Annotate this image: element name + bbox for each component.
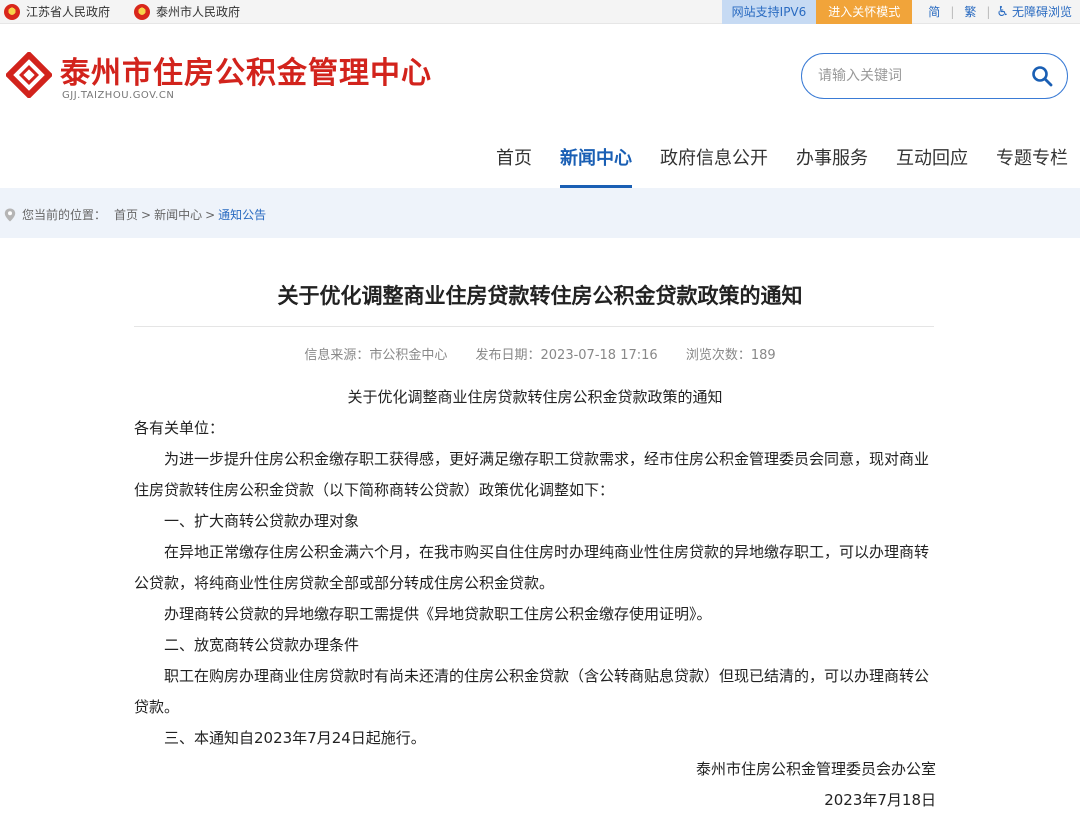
article-paragraph: 为进一步提升住房公积金缴存职工获得感，更好满足缴存职工贷款需求，经市住房公积金管… [134,450,930,499]
breadcrumb-prefix: 您当前的位置： [22,208,107,222]
site-title: 泰州市住房公积金管理中心 [60,56,432,91]
breadcrumb-arrow: > [205,208,216,222]
national-emblem-icon [4,4,20,20]
article-section-heading: 一、扩大商转公贷款办理对象 [164,512,360,530]
site-header: 泰州市住房公积金管理中心 GJJ.TAIZHOU.GOV.CN 首页 新闻中心 … [0,24,1080,188]
top-tools: 网站支持IPV6 进入关怀模式 简 | 繁 | ♿ 无障碍浏览 [721,0,1080,24]
breadcrumb-home[interactable]: 首页 [114,204,138,226]
site-domain: GJJ.TAIZHOU.GOV.CN [62,90,175,101]
article-signature: 泰州市住房公积金管理委员会办公室 [695,760,936,778]
nav-item-gov-info[interactable]: 政府信息公开 [660,142,768,188]
article-salutation: 各有关单位： [134,419,225,437]
article-paragraph: 办理商转公贷款的异地缴存职工需提供《异地贷款职工住房公积金缴存使用证明》。 [164,605,712,623]
care-mode-button[interactable]: 进入关怀模式 [816,0,913,24]
article-views: 浏览次数：189 [685,348,776,363]
article-sign-date: 2023年7月18日 [824,791,936,809]
search-box [801,53,1068,99]
breadcrumb: 您当前的位置： 首页 > 新闻中心 > 通知公告 [0,204,266,226]
nav-item-home[interactable]: 首页 [496,142,532,188]
ipv6-badge: 网站支持IPV6 [721,0,817,24]
accessible-browsing-link[interactable]: ♿ 无障碍浏览 [990,0,1080,24]
search-input[interactable] [818,64,1018,88]
site-logo-icon[interactable] [6,52,52,98]
nav-item-news[interactable]: 新闻中心 [560,142,632,188]
article-paragraph: 在异地正常缴存住房公积金满六个月，在我市购买自住住房时办理纯商业性住房贷款的异地… [134,543,930,592]
gov-link-taizhou[interactable]: 泰州市人民政府 [134,0,240,24]
article-source: 信息来源：市公积金中心 [304,348,448,363]
gov-link-label: 江苏省人民政府 [26,5,111,19]
search-icon[interactable] [1031,65,1053,87]
article-paragraph: 职工在购房办理商业住房贷款时有尚未还清的住房公积金贷款（含公转商贴息贷款）但现已… [134,667,930,716]
article-date: 发布日期：2023-07-18 17:16 [475,348,658,363]
breadcrumb-arrow: > [141,208,152,222]
accessible-browsing-label: 无障碍浏览 [1011,5,1072,19]
location-pin-icon [4,208,16,222]
main-nav: 首页 新闻中心 政府信息公开 办事服务 互动回应 专题专栏 [468,142,1068,188]
article-title: 关于优化调整商业住房贷款转住房公积金贷款政策的通知 [277,284,803,308]
gov-link-label: 泰州市人民政府 [156,5,241,19]
national-emblem-icon [134,4,150,20]
article-section-heading: 二、放宽商转公贷款办理条件 [164,636,360,654]
nav-item-topics[interactable]: 专题专栏 [996,142,1068,188]
breadcrumb-notices[interactable]: 通知公告 [218,204,266,226]
article-container: 关于优化调整商业住房贷款转住房公积金贷款政策的通知 信息来源：市公积金中心 发布… [0,238,1080,836]
simplified-chinese-link[interactable]: 简 [912,0,950,24]
top-bar: 江苏省人民政府 泰州市人民政府 网站支持IPV6 进入关怀模式 简 | 繁 | … [0,0,1080,24]
nav-item-interaction[interactable]: 互动回应 [896,142,968,188]
title-divider [134,326,934,327]
gov-link-jiangsu[interactable]: 江苏省人民政府 [4,0,110,24]
wheelchair-icon: ♿ [996,4,1009,20]
traditional-chinese-link[interactable]: 繁 [954,0,986,24]
nav-item-services[interactable]: 办事服务 [796,142,868,188]
article-meta: 信息来源：市公积金中心 发布日期：2023-07-18 17:16 浏览次数：1… [0,344,1080,363]
breadcrumb-news[interactable]: 新闻中心 [154,204,202,226]
article-subtitle: 关于优化调整商业住房贷款转住房公积金贷款政策的通知 [347,388,723,406]
article-body: 关于优化调整商业住房贷款转住房公积金贷款政策的通知 各有关单位： 为进一步提升住… [134,382,936,816]
article-paragraph: 三、本通知自2023年7月24日起施行。 [164,729,426,747]
